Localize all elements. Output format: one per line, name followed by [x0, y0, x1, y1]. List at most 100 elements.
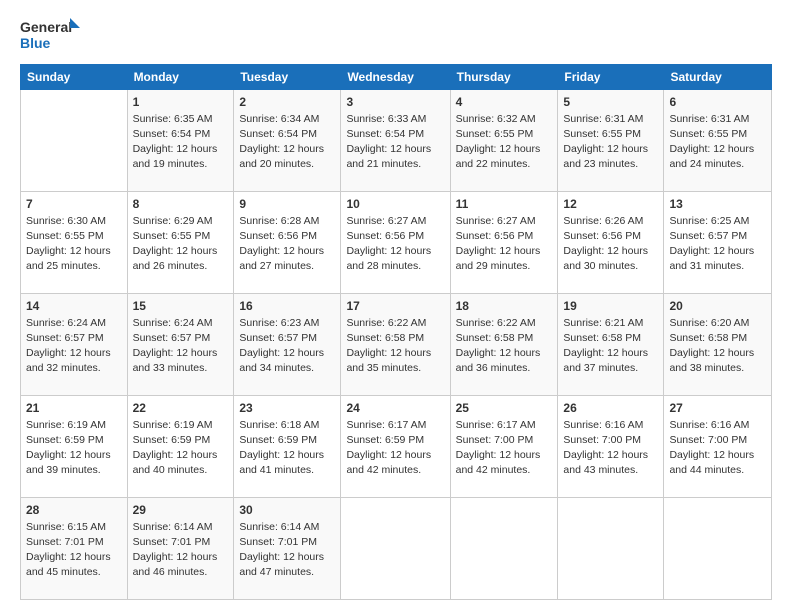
day-info: Sunrise: 6:16 AM Sunset: 7:00 PM Dayligh… — [669, 418, 766, 479]
day-info: Sunrise: 6:28 AM Sunset: 6:56 PM Dayligh… — [239, 214, 335, 275]
day-info: Sunrise: 6:14 AM Sunset: 7:01 PM Dayligh… — [133, 520, 229, 581]
day-number: 4 — [456, 94, 553, 111]
day-number: 15 — [133, 298, 229, 315]
day-info: Sunrise: 6:35 AM Sunset: 6:54 PM Dayligh… — [133, 112, 229, 173]
day-info: Sunrise: 6:16 AM Sunset: 7:00 PM Dayligh… — [563, 418, 658, 479]
day-info: Sunrise: 6:30 AM Sunset: 6:55 PM Dayligh… — [26, 214, 122, 275]
calendar-cell: 8Sunrise: 6:29 AM Sunset: 6:55 PM Daylig… — [127, 192, 234, 294]
day-number: 23 — [239, 400, 335, 417]
calendar-cell: 24Sunrise: 6:17 AM Sunset: 6:59 PM Dayli… — [341, 396, 450, 498]
logo: General Blue — [20, 18, 80, 54]
day-number: 28 — [26, 502, 122, 519]
calendar-cell: 21Sunrise: 6:19 AM Sunset: 6:59 PM Dayli… — [21, 396, 128, 498]
calendar-cell: 25Sunrise: 6:17 AM Sunset: 7:00 PM Dayli… — [450, 396, 558, 498]
calendar-cell: 18Sunrise: 6:22 AM Sunset: 6:58 PM Dayli… — [450, 294, 558, 396]
day-number: 9 — [239, 196, 335, 213]
calendar-cell: 23Sunrise: 6:18 AM Sunset: 6:59 PM Dayli… — [234, 396, 341, 498]
day-number: 17 — [346, 298, 444, 315]
calendar-cell: 4Sunrise: 6:32 AM Sunset: 6:55 PM Daylig… — [450, 90, 558, 192]
calendar-cell: 17Sunrise: 6:22 AM Sunset: 6:58 PM Dayli… — [341, 294, 450, 396]
calendar-cell: 10Sunrise: 6:27 AM Sunset: 6:56 PM Dayli… — [341, 192, 450, 294]
day-info: Sunrise: 6:31 AM Sunset: 6:55 PM Dayligh… — [669, 112, 766, 173]
day-info: Sunrise: 6:15 AM Sunset: 7:01 PM Dayligh… — [26, 520, 122, 581]
day-info: Sunrise: 6:24 AM Sunset: 6:57 PM Dayligh… — [133, 316, 229, 377]
calendar-cell: 3Sunrise: 6:33 AM Sunset: 6:54 PM Daylig… — [341, 90, 450, 192]
day-number: 1 — [133, 94, 229, 111]
calendar-cell: 22Sunrise: 6:19 AM Sunset: 6:59 PM Dayli… — [127, 396, 234, 498]
calendar-cell: 28Sunrise: 6:15 AM Sunset: 7:01 PM Dayli… — [21, 498, 128, 600]
day-info: Sunrise: 6:24 AM Sunset: 6:57 PM Dayligh… — [26, 316, 122, 377]
day-number: 16 — [239, 298, 335, 315]
weekday-header-friday: Friday — [558, 65, 664, 90]
day-number: 19 — [563, 298, 658, 315]
week-row-1: 1Sunrise: 6:35 AM Sunset: 6:54 PM Daylig… — [21, 90, 772, 192]
day-info: Sunrise: 6:17 AM Sunset: 6:59 PM Dayligh… — [346, 418, 444, 479]
weekday-header-sunday: Sunday — [21, 65, 128, 90]
page: General Blue SundayMondayTuesdayWednesda… — [0, 0, 792, 612]
calendar-cell: 16Sunrise: 6:23 AM Sunset: 6:57 PM Dayli… — [234, 294, 341, 396]
day-number: 24 — [346, 400, 444, 417]
day-info: Sunrise: 6:27 AM Sunset: 6:56 PM Dayligh… — [346, 214, 444, 275]
calendar-cell: 2Sunrise: 6:34 AM Sunset: 6:54 PM Daylig… — [234, 90, 341, 192]
calendar-cell — [21, 90, 128, 192]
day-number: 30 — [239, 502, 335, 519]
week-row-3: 14Sunrise: 6:24 AM Sunset: 6:57 PM Dayli… — [21, 294, 772, 396]
day-number: 6 — [669, 94, 766, 111]
calendar-cell: 14Sunrise: 6:24 AM Sunset: 6:57 PM Dayli… — [21, 294, 128, 396]
calendar-cell: 19Sunrise: 6:21 AM Sunset: 6:58 PM Dayli… — [558, 294, 664, 396]
day-number: 20 — [669, 298, 766, 315]
day-number: 2 — [239, 94, 335, 111]
calendar-cell: 26Sunrise: 6:16 AM Sunset: 7:00 PM Dayli… — [558, 396, 664, 498]
day-number: 11 — [456, 196, 553, 213]
day-number: 26 — [563, 400, 658, 417]
day-info: Sunrise: 6:14 AM Sunset: 7:01 PM Dayligh… — [239, 520, 335, 581]
week-row-5: 28Sunrise: 6:15 AM Sunset: 7:01 PM Dayli… — [21, 498, 772, 600]
weekday-header-row: SundayMondayTuesdayWednesdayThursdayFrid… — [21, 65, 772, 90]
svg-text:General: General — [20, 19, 72, 35]
calendar-table: SundayMondayTuesdayWednesdayThursdayFrid… — [20, 64, 772, 600]
day-number: 7 — [26, 196, 122, 213]
day-info: Sunrise: 6:19 AM Sunset: 6:59 PM Dayligh… — [26, 418, 122, 479]
calendar-cell: 15Sunrise: 6:24 AM Sunset: 6:57 PM Dayli… — [127, 294, 234, 396]
logo-svg: General Blue — [20, 18, 80, 54]
calendar-cell: 1Sunrise: 6:35 AM Sunset: 6:54 PM Daylig… — [127, 90, 234, 192]
day-number: 5 — [563, 94, 658, 111]
day-info: Sunrise: 6:20 AM Sunset: 6:58 PM Dayligh… — [669, 316, 766, 377]
calendar-cell — [558, 498, 664, 600]
calendar-cell: 6Sunrise: 6:31 AM Sunset: 6:55 PM Daylig… — [664, 90, 772, 192]
calendar-cell: 13Sunrise: 6:25 AM Sunset: 6:57 PM Dayli… — [664, 192, 772, 294]
calendar-cell: 30Sunrise: 6:14 AM Sunset: 7:01 PM Dayli… — [234, 498, 341, 600]
day-info: Sunrise: 6:26 AM Sunset: 6:56 PM Dayligh… — [563, 214, 658, 275]
day-number: 27 — [669, 400, 766, 417]
day-info: Sunrise: 6:29 AM Sunset: 6:55 PM Dayligh… — [133, 214, 229, 275]
weekday-header-monday: Monday — [127, 65, 234, 90]
day-number: 21 — [26, 400, 122, 417]
header: General Blue — [20, 18, 772, 54]
weekday-header-thursday: Thursday — [450, 65, 558, 90]
svg-text:Blue: Blue — [20, 35, 51, 51]
weekday-header-saturday: Saturday — [664, 65, 772, 90]
day-number: 18 — [456, 298, 553, 315]
day-info: Sunrise: 6:23 AM Sunset: 6:57 PM Dayligh… — [239, 316, 335, 377]
day-number: 3 — [346, 94, 444, 111]
day-info: Sunrise: 6:32 AM Sunset: 6:55 PM Dayligh… — [456, 112, 553, 173]
calendar-cell: 5Sunrise: 6:31 AM Sunset: 6:55 PM Daylig… — [558, 90, 664, 192]
day-info: Sunrise: 6:21 AM Sunset: 6:58 PM Dayligh… — [563, 316, 658, 377]
day-number: 13 — [669, 196, 766, 213]
day-number: 14 — [26, 298, 122, 315]
day-number: 12 — [563, 196, 658, 213]
day-info: Sunrise: 6:22 AM Sunset: 6:58 PM Dayligh… — [346, 316, 444, 377]
day-info: Sunrise: 6:19 AM Sunset: 6:59 PM Dayligh… — [133, 418, 229, 479]
calendar-cell — [664, 498, 772, 600]
day-number: 25 — [456, 400, 553, 417]
week-row-4: 21Sunrise: 6:19 AM Sunset: 6:59 PM Dayli… — [21, 396, 772, 498]
week-row-2: 7Sunrise: 6:30 AM Sunset: 6:55 PM Daylig… — [21, 192, 772, 294]
weekday-header-wednesday: Wednesday — [341, 65, 450, 90]
calendar-cell: 7Sunrise: 6:30 AM Sunset: 6:55 PM Daylig… — [21, 192, 128, 294]
day-info: Sunrise: 6:27 AM Sunset: 6:56 PM Dayligh… — [456, 214, 553, 275]
calendar-cell: 29Sunrise: 6:14 AM Sunset: 7:01 PM Dayli… — [127, 498, 234, 600]
day-info: Sunrise: 6:17 AM Sunset: 7:00 PM Dayligh… — [456, 418, 553, 479]
calendar-cell — [450, 498, 558, 600]
day-info: Sunrise: 6:31 AM Sunset: 6:55 PM Dayligh… — [563, 112, 658, 173]
day-number: 8 — [133, 196, 229, 213]
